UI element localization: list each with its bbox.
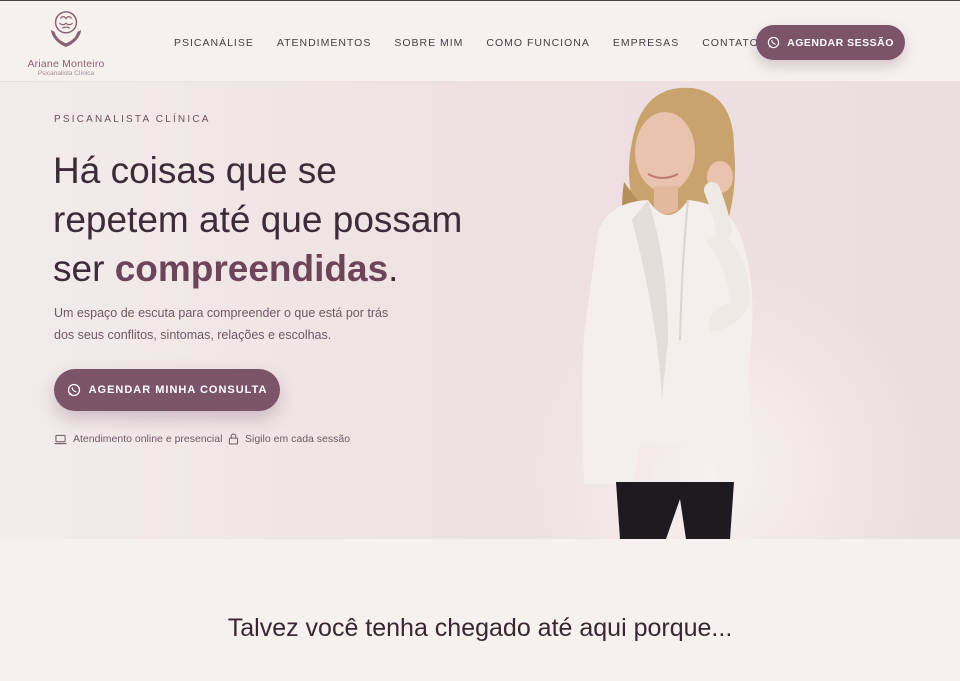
- nav-item-como-funciona[interactable]: COMO FUNCIONA: [486, 37, 589, 49]
- lock-icon: [228, 433, 239, 445]
- hero-section: PSICANALISTA CLÍNICA Há coisas que se re…: [0, 82, 960, 539]
- headline-strong: compreendidas: [114, 248, 389, 289]
- nav-item-sobre-mim[interactable]: SOBRE MIM: [394, 37, 463, 49]
- psychoanalyst-portrait: [582, 87, 758, 539]
- main-nav: PSICANÁLISE ATENDIMENTOS SOBRE MIM COMO …: [174, 37, 782, 49]
- hero-subtitle: Um espaço de escuta para compreender o q…: [54, 302, 394, 346]
- schedule-session-button[interactable]: AGENDAR SESSÃO: [756, 25, 905, 60]
- hero-subtitle-line-1: Um espaço de escuta para compreender o q…: [54, 306, 389, 320]
- brand-name: Ariane Monteiro: [27, 58, 105, 70]
- feature-online-label: Atendimento online e presencial: [73, 433, 223, 445]
- headline-pre: ser: [53, 248, 115, 289]
- hero-headline: Há coisas que se repetem até que possam …: [53, 146, 493, 293]
- nav-item-empresas[interactable]: EMPRESAS: [613, 37, 679, 49]
- headline-line-1: Há coisas que se: [53, 150, 337, 191]
- nav-item-psicanalise[interactable]: PSICANÁLISE: [174, 37, 254, 49]
- hero-eyebrow: PSICANALISTA CLÍNICA: [54, 114, 211, 125]
- schedule-session-label: AGENDAR SESSÃO: [787, 36, 894, 49]
- book-consultation-button[interactable]: AGENDAR MINHA CONSULTA: [54, 369, 280, 411]
- intro-title: Talvez você tenha chegado até aqui porqu…: [227, 614, 733, 642]
- brain-hands-icon: [50, 11, 82, 48]
- headline-line-2: repetem até que possam: [53, 199, 463, 240]
- nav-item-contato[interactable]: CONTATO: [702, 37, 759, 49]
- feature-confidential-label: Sigilo em cada sessão: [245, 433, 351, 445]
- brand-subtitle: Psicanalista Clínica: [37, 70, 95, 77]
- intro-section: Talvez você tenha chegado até aqui porqu…: [0, 539, 960, 681]
- brand-logo[interactable]: Ariane Monteiro Psicanalista Clínica: [24, 9, 108, 77]
- whatsapp-icon: [767, 36, 780, 49]
- site-header: Ariane Monteiro Psicanalista Clínica PSI…: [0, 0, 960, 82]
- book-consultation-label: AGENDAR MINHA CONSULTA: [88, 384, 268, 396]
- nav-item-atendimentos[interactable]: ATENDIMENTOS: [277, 37, 371, 49]
- feature-online: Atendimento online e presencial: [54, 433, 222, 445]
- hero-subtitle-line-2: dos seus conflitos, sintomas, relações e…: [54, 328, 332, 342]
- whatsapp-icon: [67, 383, 80, 397]
- headline-post: .: [388, 248, 399, 289]
- laptop-icon: [54, 434, 67, 444]
- feature-confidential: Sigilo em cada sessão: [228, 433, 350, 445]
